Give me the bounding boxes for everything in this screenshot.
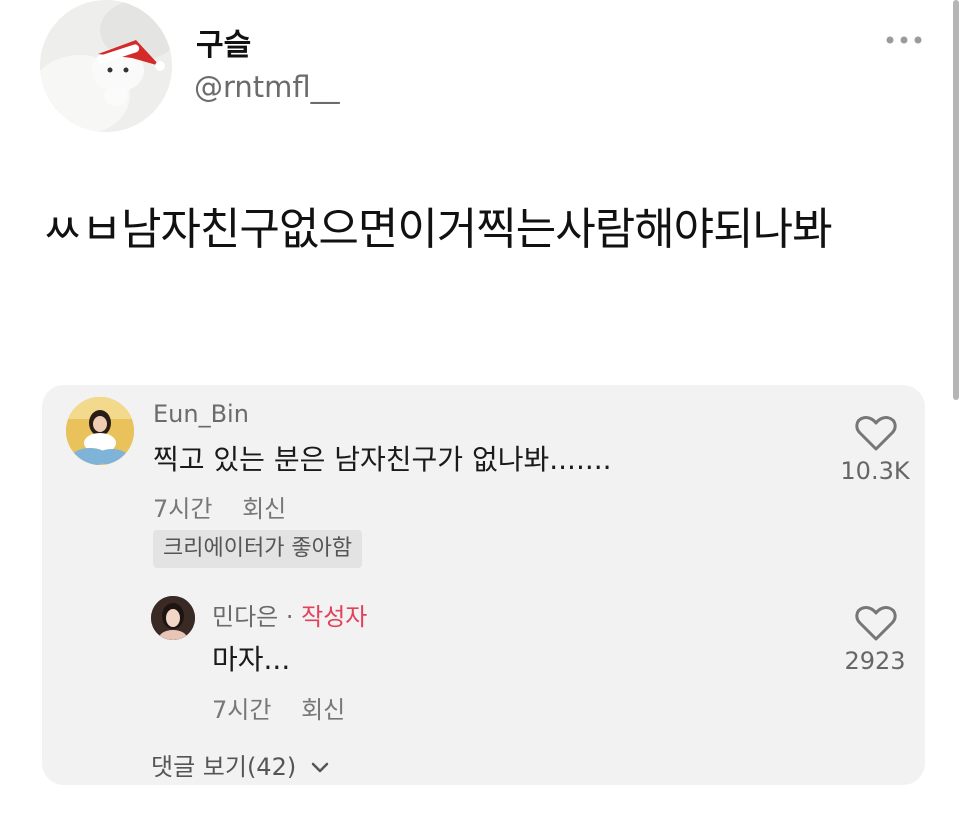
view-replies-label: 댓글 보기(42) — [151, 753, 297, 781]
reply-button[interactable]: 회신 — [301, 690, 345, 725]
heart-icon[interactable] — [854, 413, 898, 453]
author-tag: 작성자 — [301, 603, 368, 631]
commenter-avatar[interactable] — [66, 397, 134, 465]
chevron-down-icon — [311, 762, 329, 773]
display-name[interactable]: 구슬 — [196, 20, 251, 64]
profile-avatar[interactable] — [40, 0, 172, 132]
user-handle[interactable]: @rntmfl__ — [194, 70, 340, 104]
creator-liked-badge: 크리에이터가 좋아함 — [153, 530, 363, 568]
view-replies-button[interactable]: 댓글 보기(42) — [151, 747, 330, 782]
reply-text: 마자... — [212, 643, 291, 676]
comment-time: 7시간 — [153, 495, 213, 523]
tweet-text: ㅆㅂ남자친구없으면이거찍는사람해야되나봐 — [42, 204, 833, 255]
like-count: 2923 — [844, 647, 906, 675]
reply-author-name[interactable]: 민다은 · 작성자 — [212, 597, 367, 632]
more-icon[interactable] — [884, 28, 924, 52]
comment-meta: 7시간 회신 — [153, 489, 286, 524]
reply-button[interactable]: 회신 — [242, 489, 286, 524]
avatar-image — [40, 0, 172, 132]
reply-time: 7시간 — [212, 696, 272, 724]
commenter-username[interactable]: Eun_Bin — [153, 400, 249, 428]
reply-author-avatar[interactable] — [151, 596, 195, 640]
heart-icon[interactable] — [854, 603, 898, 643]
comment-text: 찍고 있는 분은 남자친구가 없나봐....... — [153, 443, 612, 476]
like-count: 10.3K — [840, 457, 910, 485]
embedded-comments-card: Eun_Bin 찍고 있는 분은 남자친구가 없나봐....... 7시간 회신… — [42, 385, 925, 785]
reply-meta: 7시간 회신 — [212, 690, 345, 725]
reply-username[interactable]: 민다은 · — [212, 603, 301, 631]
scrollbar[interactable] — [953, 0, 959, 400]
